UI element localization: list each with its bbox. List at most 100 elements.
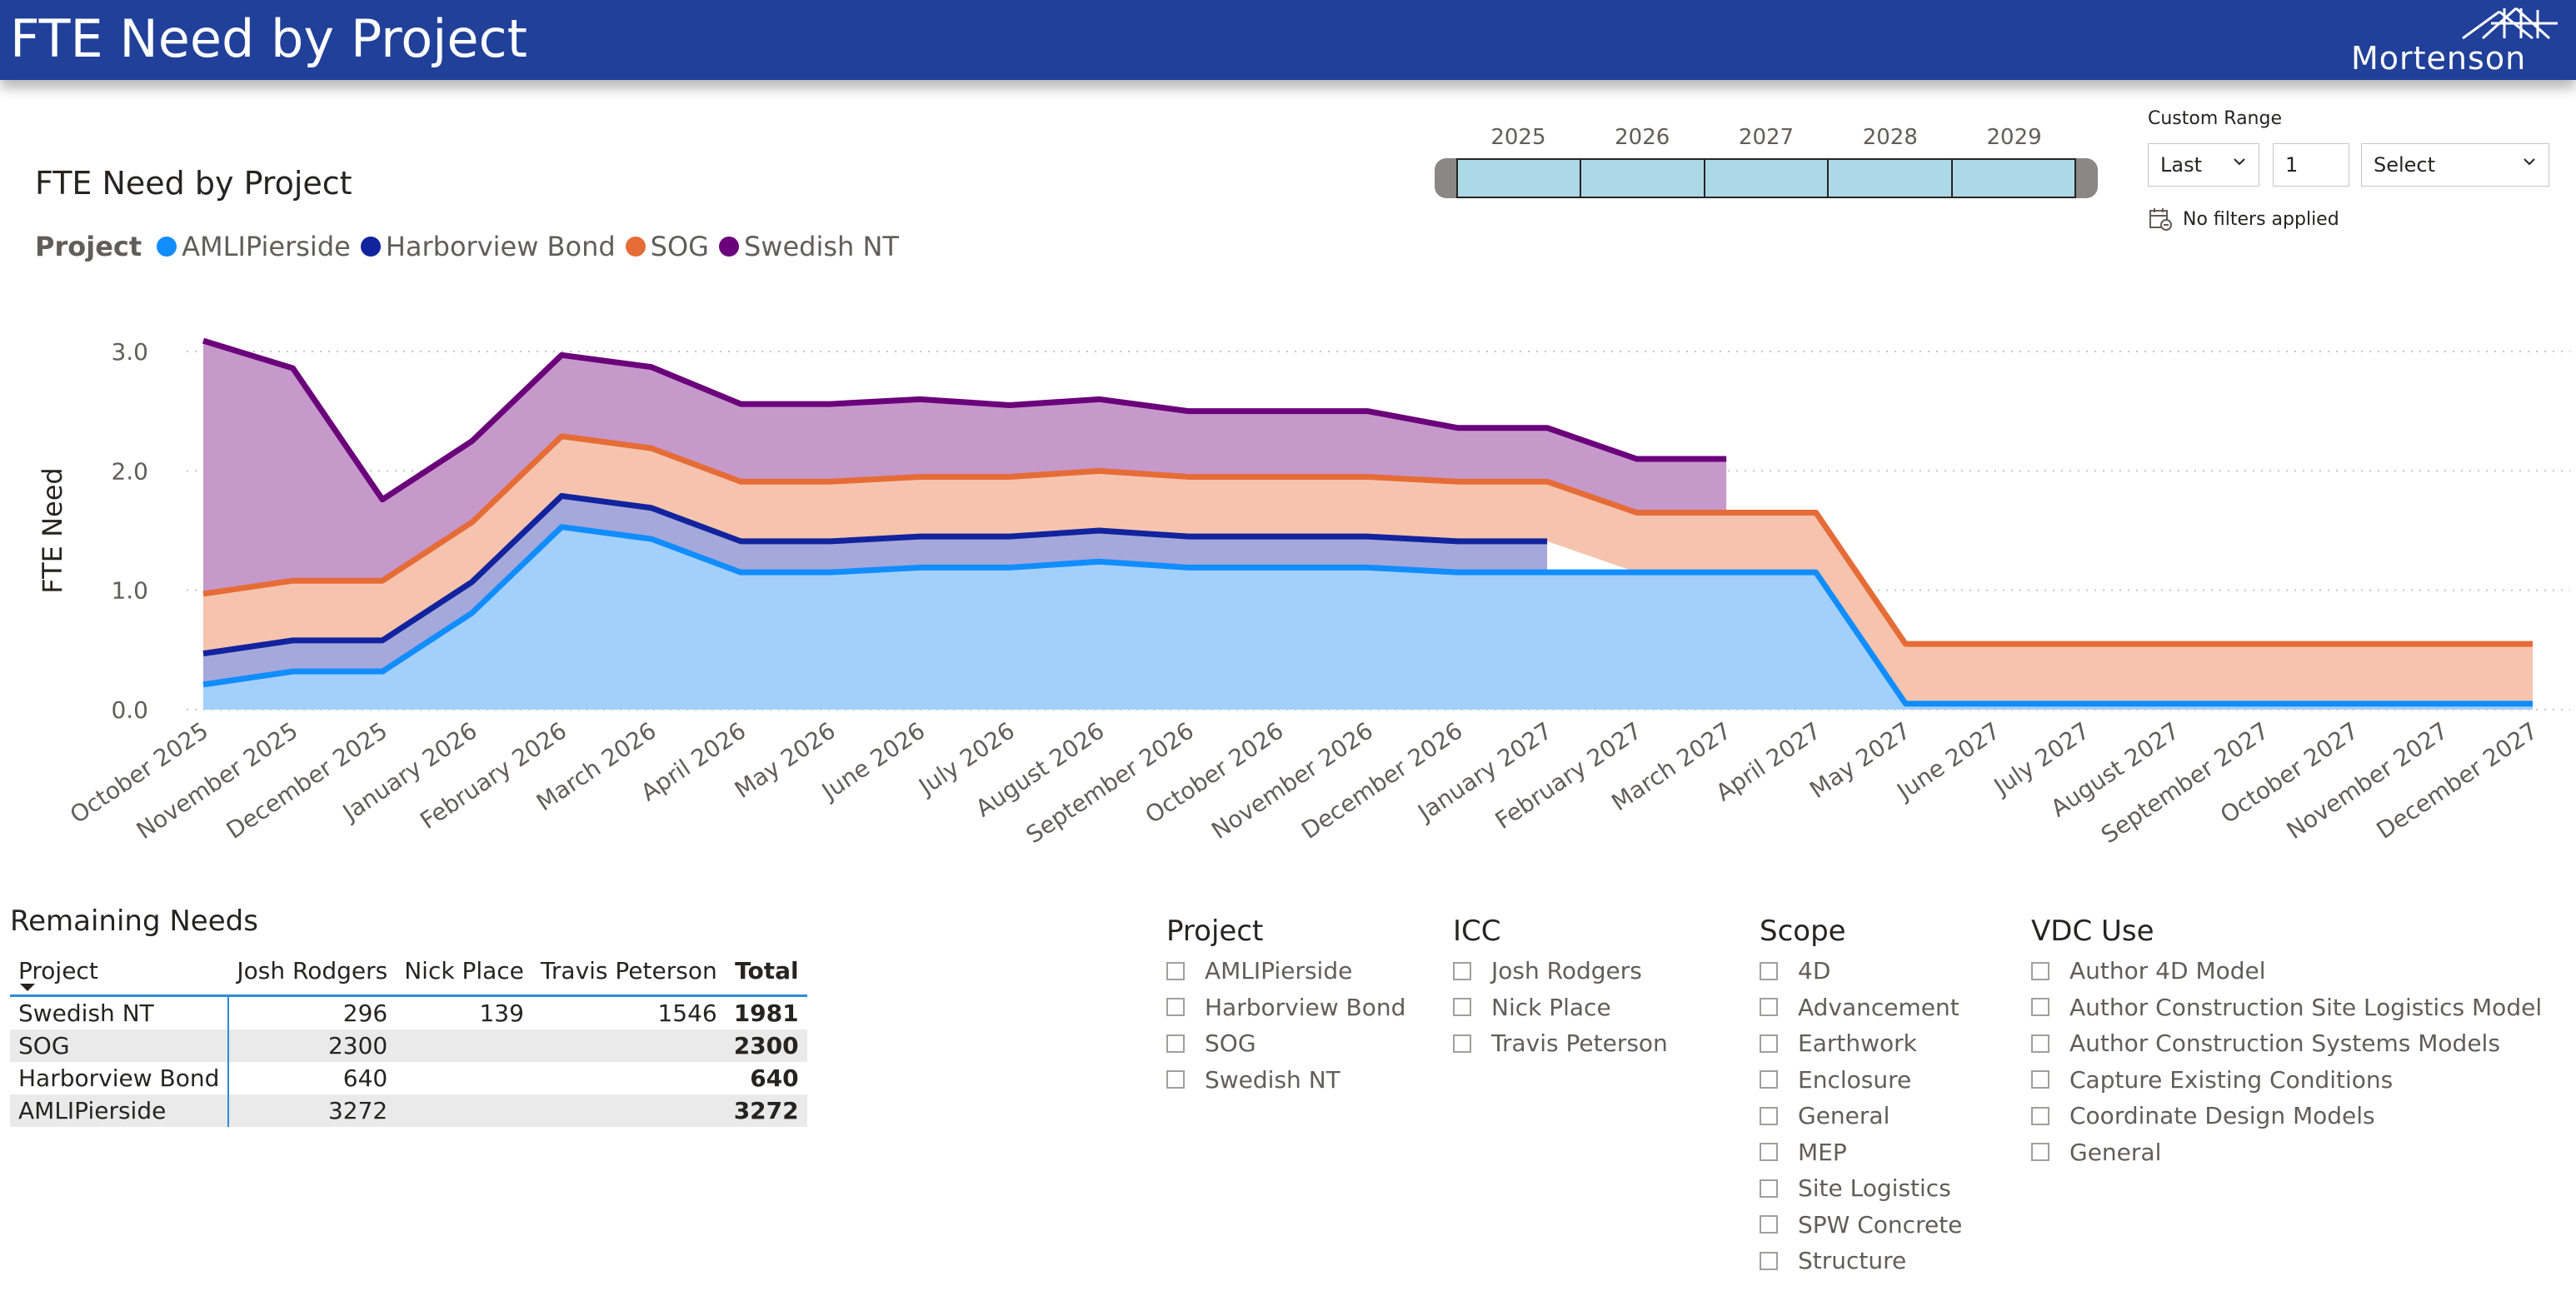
checkbox[interactable] bbox=[1760, 1143, 1778, 1162]
legend-item-harborview-bond[interactable]: Harborview Bond bbox=[360, 231, 616, 262]
slicer-item[interactable]: Advancement bbox=[1760, 989, 1962, 1026]
legend-item-sog[interactable]: SOG bbox=[625, 231, 709, 262]
checkbox[interactable] bbox=[1166, 998, 1185, 1017]
slicer-item[interactable]: Author 4D Model bbox=[2031, 953, 2542, 989]
slicer-item[interactable]: Earthwork bbox=[1760, 1025, 1962, 1062]
legend-dot-icon bbox=[625, 237, 646, 257]
checkbox[interactable] bbox=[2031, 961, 2049, 980]
logo-mark-icon bbox=[2462, 7, 2558, 40]
row-project: Harborview Bond bbox=[10, 1062, 230, 1094]
project-slicer: Project AMLIPierside Harborview Bond SOG… bbox=[1166, 915, 1405, 1098]
checkbox[interactable] bbox=[2031, 1106, 2049, 1125]
column-header-total[interactable]: Total bbox=[725, 946, 807, 997]
chart-title: FTE Need by Project bbox=[35, 165, 352, 202]
range-count-input[interactable]: 1 bbox=[2273, 143, 2349, 187]
slicer-item[interactable]: Site Logistics bbox=[1760, 1170, 1962, 1207]
checkbox[interactable] bbox=[2031, 1143, 2049, 1162]
timeline-end-handle[interactable] bbox=[2076, 158, 2098, 198]
table-row[interactable]: Swedish NT 296 139 1546 1981 bbox=[10, 995, 807, 1029]
page-title: FTE Need by Project bbox=[10, 8, 527, 69]
checkbox[interactable] bbox=[1760, 1070, 1778, 1089]
remaining-needs-title: Remaining Needs bbox=[10, 905, 258, 938]
legend-item-swedish-nt[interactable]: Swedish NT bbox=[718, 231, 899, 262]
timeline-cell[interactable] bbox=[1950, 158, 2077, 198]
slicer-item-label: Author 4D Model bbox=[2069, 957, 2266, 985]
column-header-nick-place[interactable]: Nick Place bbox=[396, 946, 532, 997]
timeline-cell[interactable] bbox=[1827, 158, 1953, 198]
table-row[interactable]: SOG 2300 2300 bbox=[10, 1029, 807, 1062]
slicer-item[interactable]: General bbox=[2031, 1134, 2542, 1171]
checkbox[interactable] bbox=[1760, 1106, 1778, 1125]
slicer-item[interactable]: Enclosure bbox=[1760, 1062, 1962, 1099]
checkbox[interactable] bbox=[2031, 1070, 2049, 1089]
cell-value bbox=[532, 1029, 726, 1062]
slicer-item-label: Structure bbox=[1798, 1247, 1907, 1275]
checkbox[interactable] bbox=[1760, 1034, 1778, 1053]
x-tick-label: February 2026 bbox=[415, 716, 572, 835]
slicer-item-label: Harborview Bond bbox=[1205, 993, 1406, 1021]
column-header-project[interactable]: Project bbox=[10, 946, 229, 997]
timeline-cell[interactable] bbox=[1580, 158, 1705, 198]
timeline-slicer[interactable]: 2025 2026 2027 2028 2029 bbox=[1435, 125, 2098, 200]
cell-value: 139 bbox=[479, 999, 524, 1027]
slicer-item-label: Swedish NT bbox=[1205, 1065, 1340, 1094]
slicer-item[interactable]: Travis Peterson bbox=[1453, 1025, 1668, 1062]
checkbox[interactable] bbox=[1760, 1215, 1778, 1234]
timeline-bar[interactable] bbox=[1435, 158, 2098, 198]
slicer-item[interactable]: MEP bbox=[1760, 1134, 1962, 1171]
legend-title: Project bbox=[35, 231, 142, 262]
chevron-down-icon bbox=[2234, 158, 2245, 166]
slicer-item-label: Capture Existing Conditions bbox=[2069, 1065, 2394, 1094]
slicer-item-label: General bbox=[2069, 1138, 2162, 1166]
checkbox[interactable] bbox=[2031, 998, 2049, 1017]
x-tick-label: February 2027 bbox=[1490, 716, 1647, 835]
slicer-item[interactable]: Nick Place bbox=[1453, 989, 1668, 1026]
y-tick-label: 1.0 bbox=[111, 577, 148, 605]
slicer-item-label: 4D bbox=[1798, 957, 1831, 985]
checkbox[interactable] bbox=[1760, 998, 1778, 1017]
checkbox[interactable] bbox=[1166, 961, 1185, 980]
x-tick-label: September 2027 bbox=[2096, 716, 2274, 849]
checkbox[interactable] bbox=[2031, 1034, 2049, 1053]
slicer-item[interactable]: Author Construction Site Logistics Model bbox=[2031, 989, 2542, 1026]
slicer-item[interactable]: 4D bbox=[1760, 953, 1962, 989]
table-row[interactable]: AMLIPierside 3272 3272 bbox=[10, 1094, 807, 1127]
slicer-item[interactable]: SPW Concrete bbox=[1760, 1207, 1962, 1244]
checkbox[interactable] bbox=[1166, 1034, 1185, 1053]
cell-value: 2300 bbox=[228, 1029, 397, 1062]
column-header-josh-rodgers[interactable]: Josh Rodgers bbox=[228, 946, 397, 997]
legend-item-amlipierside[interactable]: AMLIPierside bbox=[157, 231, 351, 262]
slicer-item[interactable]: AMLIPierside bbox=[1166, 953, 1405, 989]
checkbox[interactable] bbox=[1453, 998, 1471, 1017]
checkbox[interactable] bbox=[1760, 1251, 1778, 1270]
checkbox[interactable] bbox=[1166, 1070, 1185, 1089]
slicer-item-label: SOG bbox=[1205, 1029, 1256, 1058]
slicer-item[interactable]: Author Construction Systems Models bbox=[2031, 1025, 2542, 1062]
slicer-item[interactable]: General bbox=[1760, 1098, 1962, 1134]
checkbox[interactable] bbox=[1760, 961, 1778, 980]
checkbox[interactable] bbox=[1453, 961, 1471, 980]
range-period-dropdown[interactable]: Select bbox=[2361, 143, 2549, 187]
column-header-travis-peterson[interactable]: Travis Peterson bbox=[532, 946, 726, 997]
table-row[interactable]: Harborview Bond 640 640 bbox=[10, 1062, 807, 1094]
slicer-item[interactable]: Structure bbox=[1760, 1243, 1962, 1279]
range-mode-dropdown[interactable]: Last bbox=[2148, 143, 2259, 187]
timeline-start-handle[interactable] bbox=[1435, 158, 1456, 198]
slicer-item[interactable]: Capture Existing Conditions bbox=[2031, 1062, 2542, 1099]
slicer-item[interactable]: SOG bbox=[1166, 1025, 1405, 1062]
timeline-cell[interactable] bbox=[1703, 158, 1830, 198]
timeline-cell[interactable] bbox=[1456, 158, 1582, 198]
slicer-item[interactable]: Swedish NT bbox=[1166, 1062, 1405, 1099]
fte-area-chart[interactable]: 0.01.02.03.0FTE NeedOctober 2025November… bbox=[0, 283, 2576, 866]
range-status: No filters applied bbox=[2148, 207, 2339, 232]
cell-value: 296 bbox=[342, 999, 388, 1027]
slicer-item[interactable]: Josh Rodgers bbox=[1453, 953, 1668, 989]
checkbox[interactable] bbox=[1453, 1034, 1471, 1053]
slicer-item[interactable]: Coordinate Design Models bbox=[2031, 1098, 2542, 1134]
slicer-title: Scope bbox=[1760, 915, 1846, 948]
table-header-row: Project Josh Rodgers Nick Place Travis P… bbox=[10, 946, 807, 997]
cell-value bbox=[396, 1062, 532, 1094]
checkbox[interactable] bbox=[1760, 1179, 1778, 1198]
icc-slicer: ICC Josh Rodgers Nick Place Travis Peter… bbox=[1453, 915, 1668, 1062]
slicer-item[interactable]: Harborview Bond bbox=[1166, 989, 1405, 1026]
